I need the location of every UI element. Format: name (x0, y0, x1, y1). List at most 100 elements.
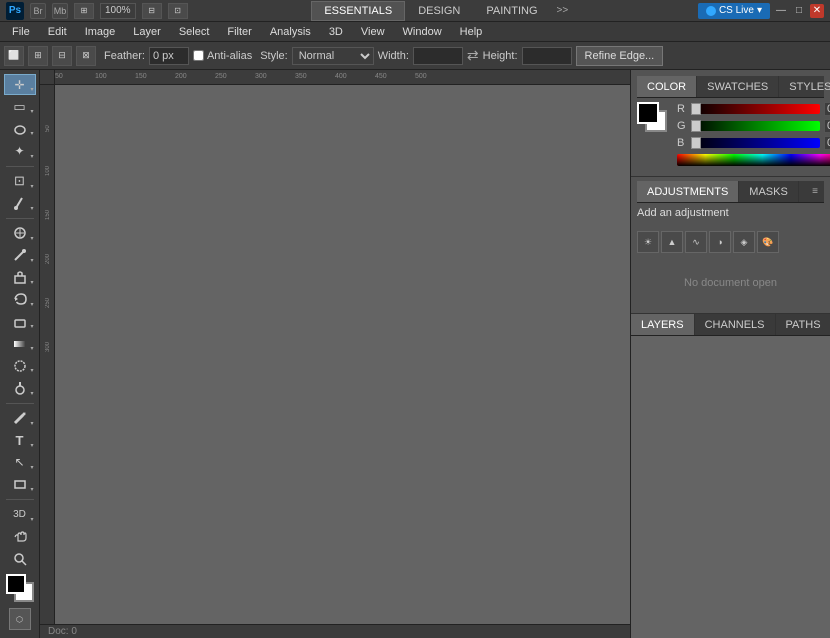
tab-adjustments[interactable]: ADJUSTMENTS (637, 181, 739, 202)
hue-sat-btn[interactable]: 🎨 (757, 231, 779, 253)
bridge-icon[interactable]: Br (30, 3, 46, 19)
adjustments-panel-menu[interactable]: ≡ (806, 181, 824, 202)
clone-stamp-tool[interactable]: ▾ (4, 267, 36, 288)
shape-tool[interactable]: ▾ (4, 474, 36, 495)
more-workspaces-btn[interactable]: >> (551, 3, 575, 18)
blur-icon (13, 359, 27, 373)
menu-edit[interactable]: Edit (40, 22, 75, 42)
tab-masks[interactable]: MASKS (739, 181, 799, 202)
adjustment-icons-grid: ☀ ▲ ∿ ◑ ◈ 🎨 (637, 227, 824, 257)
eraser-tool[interactable]: ▾ (4, 311, 36, 332)
path-selection-tool[interactable]: ↖ ▾ (4, 452, 36, 473)
width-input[interactable] (413, 47, 463, 65)
tab-swatches[interactable]: SWATCHES (697, 76, 779, 97)
tab-painting[interactable]: PAINTING (473, 1, 550, 21)
fg-bg-color-swatches (6, 574, 34, 602)
style-select[interactable]: Normal Fixed Ratio Fixed Size (292, 47, 374, 65)
new-selection-btn[interactable]: ⬜ (4, 46, 24, 66)
tab-layers[interactable]: LAYERS (631, 314, 695, 335)
menu-3d[interactable]: 3D (321, 22, 351, 42)
minimize-button[interactable]: — (774, 4, 788, 18)
feather-input[interactable] (149, 47, 189, 65)
blur-tool[interactable]: ▾ (4, 355, 36, 376)
tab-design[interactable]: DESIGN (405, 1, 473, 21)
menu-select[interactable]: Select (171, 22, 218, 42)
crop-icon: ⊡ (14, 173, 25, 189)
exposure-btn[interactable]: ◑ (709, 231, 731, 253)
swap-dimensions-btn[interactable]: ⇄ (467, 47, 479, 64)
intersect-selection-btn[interactable]: ⊠ (76, 46, 96, 66)
cs-live-label: CS Live (719, 5, 754, 16)
canvas-workspace[interactable] (55, 85, 630, 624)
refine-edge-button[interactable]: Refine Edge... (576, 46, 664, 66)
3d-tool[interactable]: 3D ▾ (4, 504, 36, 525)
menu-view[interactable]: View (353, 22, 393, 42)
menu-layer[interactable]: Layer (125, 22, 169, 42)
color-panel: COLOR SWATCHES STYLES ≡ R 0 (631, 70, 830, 177)
tool-color-area: ⬡ (2, 570, 38, 634)
b-slider[interactable] (691, 138, 820, 148)
brush-tool[interactable]: ▾ (4, 245, 36, 266)
eyedropper-tool[interactable]: ▾ (4, 193, 36, 214)
b-slider-row: B 0 (677, 136, 830, 150)
cs-live-dropdown: ▾ (757, 5, 762, 16)
subtract-selection-btn[interactable]: ⊟ (52, 46, 72, 66)
adjustments-panel: ADJUSTMENTS MASKS ≡ Add an adjustment ☀ … (631, 177, 830, 314)
tab-paths[interactable]: PATHS (776, 314, 830, 335)
g-slider-row: G 0 (677, 119, 830, 133)
vibrance-btn[interactable]: ◈ (733, 231, 755, 253)
add-to-selection-btn[interactable]: ⊞ (28, 46, 48, 66)
menu-window[interactable]: Window (395, 22, 450, 42)
type-tool[interactable]: T ▾ (4, 430, 36, 451)
menu-help[interactable]: Help (452, 22, 491, 42)
screen-mode-btn[interactable]: ⊡ (168, 3, 188, 19)
heal-icon (13, 226, 27, 240)
crop-tool[interactable]: ⊡ ▾ (4, 170, 36, 191)
r-label: R (677, 103, 687, 115)
curves-btn[interactable]: ∿ (685, 231, 707, 253)
g-value: 0 (824, 119, 830, 133)
menu-image[interactable]: Image (77, 22, 124, 42)
foreground-color-swatch[interactable] (6, 574, 26, 594)
hand-tool[interactable] (4, 526, 36, 547)
canvas-area: 50 100 150 200 250 300 350 400 450 500 5… (40, 70, 630, 638)
color-spectrum-bar[interactable] (677, 154, 830, 166)
anti-alias-checkbox[interactable] (193, 50, 204, 61)
minibridge-icon[interactable]: Mb (52, 3, 68, 19)
move-tool[interactable]: ✛ ▾ (4, 74, 36, 95)
height-input[interactable] (522, 47, 572, 65)
tab-styles[interactable]: STYLES (779, 76, 830, 97)
maximize-button[interactable]: □ (792, 4, 806, 18)
tab-channels[interactable]: CHANNELS (695, 314, 776, 335)
gradient-tool[interactable]: ▾ (4, 333, 36, 354)
tab-essentials[interactable]: ESSENTIALS (311, 1, 405, 21)
g-slider[interactable] (691, 121, 820, 131)
arrange-btn[interactable]: ⊟ (142, 3, 162, 19)
tab-color[interactable]: COLOR (637, 76, 697, 97)
history-brush-tool[interactable]: ▾ (4, 289, 36, 310)
quick-mask-button[interactable]: ⬡ (9, 608, 31, 630)
marquee-icon: ▭ (13, 99, 25, 115)
magic-wand-tool[interactable]: ✦ ▾ (4, 140, 36, 161)
r-slider-row: R 0 (677, 102, 830, 116)
eraser-icon (13, 315, 27, 329)
zoom-tool[interactable] (4, 548, 36, 569)
zoom-icon (13, 552, 27, 566)
cs-live-button[interactable]: CS Live ▾ (698, 3, 770, 19)
pen-tool[interactable]: ▾ (4, 407, 36, 428)
r-slider[interactable] (691, 104, 820, 114)
workspace-tabs: ESSENTIALS DESIGN PAINTING >> (311, 1, 574, 21)
close-button[interactable]: ✕ (810, 4, 824, 18)
layers-content[interactable] (631, 336, 830, 638)
dodge-tool[interactable]: ▾ (4, 377, 36, 398)
heal-brush-tool[interactable]: ▾ (4, 223, 36, 244)
menu-analysis[interactable]: Analysis (262, 22, 319, 42)
menu-filter[interactable]: Filter (219, 22, 259, 42)
lasso-tool[interactable]: ▾ (4, 118, 36, 139)
menu-file[interactable]: File (4, 22, 38, 42)
fg-color-swatch[interactable] (637, 102, 659, 124)
levels-btn[interactable]: ▲ (661, 231, 683, 253)
brightness-contrast-btn[interactable]: ☀ (637, 231, 659, 253)
rectangular-marquee-tool[interactable]: ▭ ▾ (4, 96, 36, 117)
view-toggle[interactable]: ⊞ (74, 3, 94, 19)
